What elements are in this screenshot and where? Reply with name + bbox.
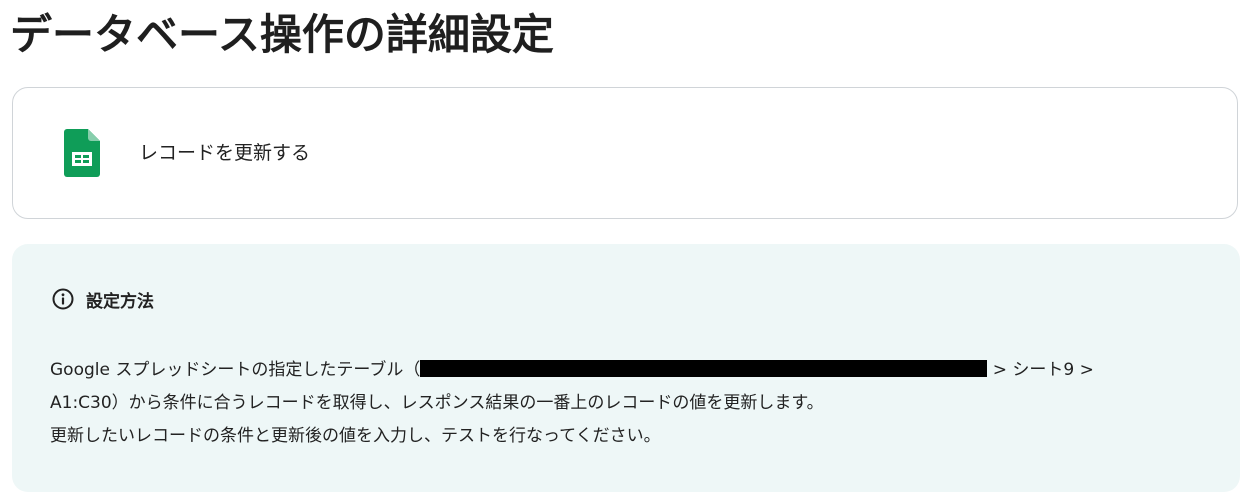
info-line-3: 更新したいレコードの条件と更新後の値を入力し、テストを行なってください。 [50,426,661,446]
info-body: Google スプレッドシートの指定したテーブル（ > シート9 > A1:C3… [50,354,1220,453]
info-line-1-end: > シート9 > [987,360,1094,380]
info-line-1-start: Google スプレッドシートの指定したテーブル（ [50,360,421,380]
info-header: 設定方法 [52,286,154,312]
redacted-block [420,360,988,377]
info-title: 設定方法 [86,291,154,312]
action-label: レコードを更新する [139,142,311,164]
info-line-1: Google スプレッドシートの指定したテーブル（ > シート9 > [50,354,1220,387]
info-line-2: A1:C30）から条件に合うレコードを取得し、レスポンス結果の一番上のレコードの… [50,393,824,413]
google-sheets-icon [64,129,100,177]
info-circle-icon [52,288,74,310]
info-box: 設定方法 Google スプレッドシートの指定したテーブル（ > シート9 > … [12,244,1240,492]
action-card[interactable]: レコードを更新する [12,87,1238,219]
page: データベース操作の詳細設定 レコードを更新する 設定方法 Google スプレッ… [0,0,1247,502]
page-title: データベース操作の詳細設定 [10,10,554,59]
